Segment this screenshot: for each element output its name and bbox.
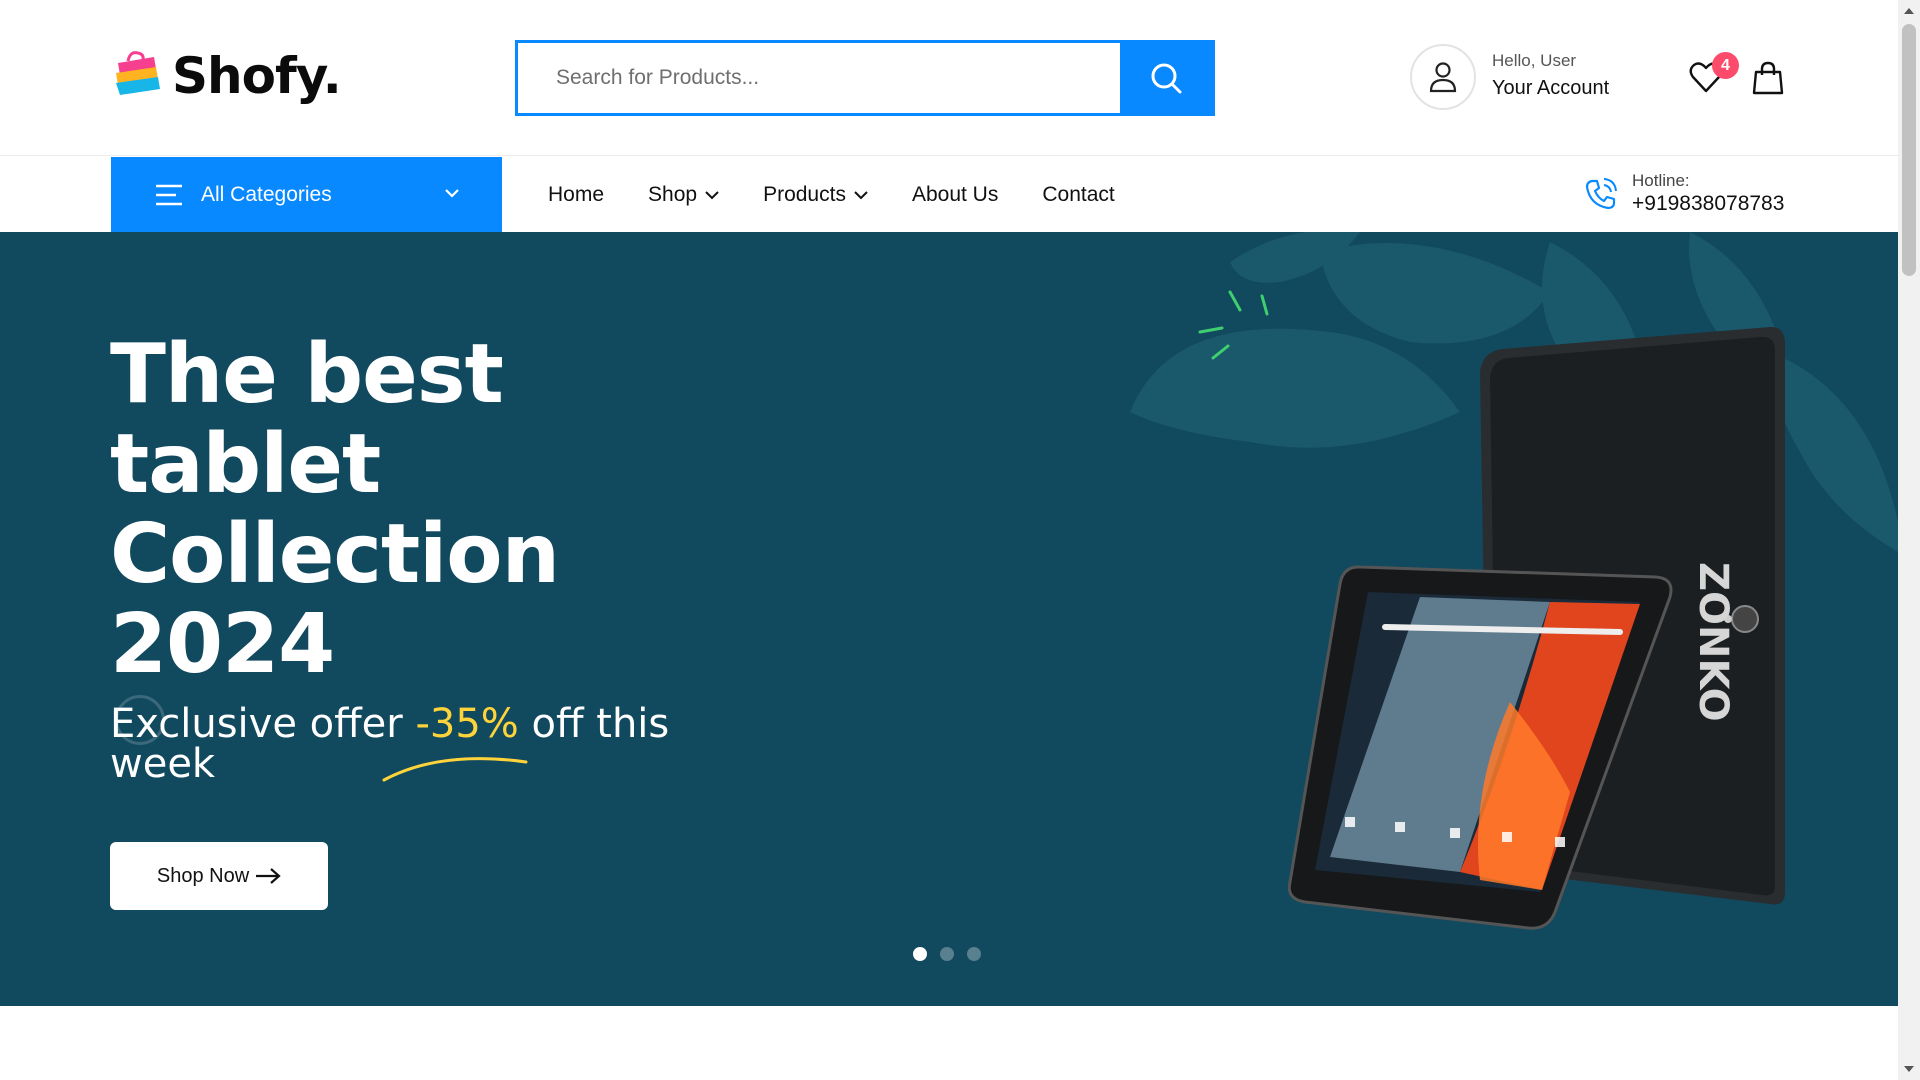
all-categories-button[interactable]: All Categories	[111, 157, 502, 232]
hotline-number[interactable]: +919838078783	[1632, 191, 1784, 217]
hero-slider: The best tablet Collection 2024 Exclusiv…	[0, 232, 1898, 1006]
hero-title-line: The best	[110, 327, 504, 422]
slider-dot[interactable]	[940, 947, 954, 961]
nav-item-home[interactable]: Home	[548, 183, 604, 207]
search-button[interactable]	[1120, 43, 1212, 113]
logo-bag-icon	[116, 51, 160, 95]
shop-now-label: Shop Now	[156, 864, 250, 887]
nav-item-products[interactable]: Products	[763, 183, 868, 207]
hero-title-line: 2024	[110, 597, 335, 692]
hotline-label: Hotline:	[1632, 171, 1690, 190]
page: Shofy. Hello, User Your Account	[0, 0, 1920, 1080]
scroll-down-arrow[interactable]	[1898, 1058, 1920, 1080]
account-link[interactable]: Hello, User Your Account	[1410, 44, 1609, 110]
phone-icon	[1585, 178, 1617, 210]
svg-text:ZONKO: ZONKO	[1690, 562, 1736, 722]
chevron-down-icon	[445, 189, 459, 198]
search-icon	[1151, 63, 1182, 94]
chevron-down-icon	[854, 190, 868, 199]
slider-dot[interactable]	[967, 947, 981, 961]
nav-item-shop[interactable]: Shop	[648, 183, 719, 207]
shopping-bag-icon[interactable]	[1750, 60, 1786, 96]
menu-icon	[156, 184, 182, 205]
wishlist-count-badge: 4	[1712, 52, 1739, 79]
underline-swoosh	[382, 757, 528, 782]
account-greeting: Hello, User	[1492, 51, 1577, 70]
hotline: Hotline: +919838078783	[1584, 171, 1784, 217]
slider-dots	[913, 947, 994, 961]
hotline-text: Hotline: +919838078783	[1632, 171, 1784, 217]
scroll-thumb[interactable]	[1902, 24, 1916, 276]
account-label: Your Account	[1492, 77, 1610, 99]
caret-down-icon	[1904, 1066, 1914, 1072]
hero-discount: -35%	[415, 701, 519, 747]
main-nav: All Categories Home Shop Products About …	[0, 157, 1898, 232]
nav-item-label: Products	[763, 182, 846, 206]
arrow-right-icon	[256, 868, 281, 884]
scroll-up-arrow[interactable]	[1898, 0, 1920, 22]
avatar	[1410, 44, 1476, 110]
shop-now-button[interactable]: Shop Now	[110, 842, 328, 910]
nav-item-label: Home	[548, 182, 605, 206]
hero-title-line: tablet	[110, 417, 381, 512]
nav-item-label: Contact	[1042, 182, 1115, 206]
hero-title-line: Collection	[110, 507, 560, 602]
hero-title: The best tablet Collection 2024	[110, 330, 810, 690]
top-header: Shofy. Hello, User Your Account	[0, 0, 1898, 156]
logo-text: Shofy.	[172, 47, 342, 105]
user-icon	[1429, 62, 1457, 93]
nav-menu: Home Shop Products About Us Contact	[548, 157, 1159, 232]
chevron-down-icon	[705, 190, 719, 199]
account-text: Hello, User Your Account	[1492, 50, 1609, 104]
search-input[interactable]	[518, 43, 1120, 113]
nav-item-contact[interactable]: Contact	[1042, 183, 1114, 207]
hero-tablet-image: ZONKO	[1130, 232, 1898, 930]
caret-up-icon	[1904, 8, 1914, 14]
nav-item-label: Shop	[648, 182, 698, 206]
slider-dot[interactable]	[913, 947, 927, 961]
page-scrollbar[interactable]	[1898, 0, 1920, 1080]
logo[interactable]: Shofy.	[110, 47, 342, 105]
nav-item-label: About Us	[911, 182, 999, 206]
all-categories-label: All Categories	[201, 182, 332, 206]
search-bar	[515, 40, 1215, 116]
nav-item-about-us[interactable]: About Us	[912, 183, 998, 207]
